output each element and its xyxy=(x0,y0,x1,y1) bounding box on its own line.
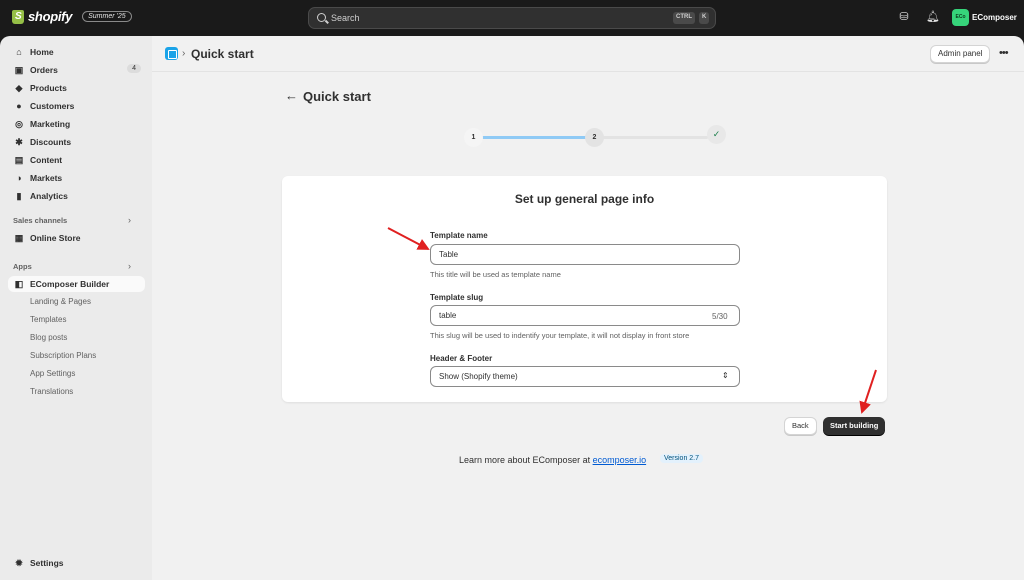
card-title: Set up general page info xyxy=(514,192,655,206)
orders-count-badge: 4 xyxy=(127,64,141,73)
person-icon: ● xyxy=(16,101,22,111)
ecomposer-icon: ◧ xyxy=(14,279,24,289)
top-bar: shopify Summer '25 Search CTRL K ⛁ 🔔︎ EC… xyxy=(0,0,1024,36)
gear-icon: ✹ xyxy=(15,558,23,568)
subitem-templates[interactable]: Templates xyxy=(30,315,66,324)
ecomposer-link[interactable]: ecomposer.io xyxy=(593,455,647,465)
content-icon: ▤ xyxy=(14,155,24,165)
shopify-logo[interactable]: shopify Summer '25 xyxy=(12,9,132,24)
search-bar[interactable]: Search CTRL K xyxy=(308,7,716,29)
bar-chart-icon: ▮ xyxy=(16,191,22,201)
sidebar-item-label: Settings xyxy=(30,558,64,568)
step-2: 2 xyxy=(585,128,604,147)
sidebar-item-online-store[interactable]: ▦ Online Store xyxy=(8,230,145,246)
sidebar-item-label: Home xyxy=(30,47,54,57)
sidebar-item-markets[interactable]: ◑ Markets xyxy=(8,170,145,186)
main-content: › Quick start Admin panel ••• ← Quick st… xyxy=(152,36,1024,580)
footer-learn-more: Learn more about EComposer at ecomposer.… xyxy=(459,455,646,465)
orders-icon: ▣ xyxy=(14,65,24,75)
sidebar-item-analytics[interactable]: ▮ Analytics xyxy=(8,188,145,204)
sidebar-item-discounts[interactable]: ✱ Discounts xyxy=(8,134,145,150)
slug-char-counter: 5/30 xyxy=(712,312,728,321)
sidebar-item-home[interactable]: ⌂ Home xyxy=(8,44,145,60)
start-building-button[interactable]: Start building xyxy=(823,417,886,435)
template-slug-label: Template slug xyxy=(430,293,484,302)
sidebar-item-products[interactable]: ◆ Products xyxy=(8,80,145,96)
sidebar-item-label: Discounts xyxy=(30,137,72,147)
template-slug-input[interactable]: table xyxy=(430,305,740,326)
search-placeholder: Search xyxy=(331,13,360,23)
sidebar-item-label: Marketing xyxy=(30,119,71,129)
kbd-k: K xyxy=(699,12,710,24)
sidebar-item-label: Markets xyxy=(30,173,63,183)
step-complete-check-icon: ✓ xyxy=(707,125,726,144)
template-name-label: Template name xyxy=(430,231,488,240)
header-footer-select[interactable]: Show (Shopify theme) xyxy=(430,366,740,387)
store-avatar[interactable]: ECo xyxy=(952,9,969,26)
admin-panel-button[interactable]: Admin panel xyxy=(930,45,991,63)
back-arrow-icon[interactable]: ← xyxy=(285,88,298,103)
discount-icon: ✱ xyxy=(15,137,23,147)
app-header: › Quick start Admin panel ••• xyxy=(152,36,1024,72)
back-button[interactable]: Back xyxy=(784,417,817,435)
sidebar-item-orders[interactable]: ▣ Orders 4 xyxy=(8,62,145,78)
header-footer-label: Header & Footer xyxy=(430,354,493,363)
subitem-landing-pages[interactable]: Landing & Pages xyxy=(30,297,91,306)
header-title: Quick start xyxy=(191,47,254,61)
stepper-progress-empty xyxy=(602,136,708,139)
step-1: 1 xyxy=(464,128,483,147)
sidebar-item-label: Analytics xyxy=(30,191,68,201)
general-info-card: Set up general page info Template name T… xyxy=(282,176,887,402)
sidebar-item-label: EComposer Builder xyxy=(30,279,110,289)
home-icon: ⌂ xyxy=(16,47,22,57)
template-slug-help: This slug will be used to indentify your… xyxy=(430,331,690,340)
version-badge: Version 2.7 xyxy=(660,454,704,463)
database-icon[interactable]: ⛁ xyxy=(898,11,910,23)
chevron-right-icon: › xyxy=(182,48,186,59)
select-chevron-icon: ⇕ xyxy=(722,371,729,380)
sidebar-item-label: Customers xyxy=(30,101,75,111)
summer-edition-badge[interactable]: Summer '25 xyxy=(82,11,132,22)
sidebar-item-ecomposer-builder[interactable]: ◧ EComposer Builder xyxy=(8,276,145,292)
stepper-progress-filled xyxy=(482,136,588,139)
more-actions-icon[interactable]: ••• xyxy=(999,47,1009,59)
chevron-right-icon[interactable]: › xyxy=(128,261,131,271)
kbd-ctrl: CTRL xyxy=(673,12,695,24)
sidebar-item-label: Products xyxy=(30,83,67,93)
sidebar-item-label: Orders xyxy=(30,65,58,75)
ecomposer-app-icon[interactable] xyxy=(165,47,178,60)
page-title: Quick start xyxy=(303,89,371,104)
sidebar-item-label: Online Store xyxy=(30,233,81,243)
sidebar-item-content[interactable]: ▤ Content xyxy=(8,152,145,168)
store-name[interactable]: EComposer xyxy=(972,13,1017,22)
target-icon: ◎ xyxy=(15,119,23,129)
search-icon xyxy=(317,13,326,22)
store-icon: ▦ xyxy=(14,233,24,243)
logo-text: shopify xyxy=(28,9,73,24)
subitem-translations[interactable]: Translations xyxy=(30,387,73,396)
bell-icon[interactable]: 🔔︎ xyxy=(926,11,940,23)
apps-label[interactable]: Apps xyxy=(13,262,32,271)
subitem-app-settings[interactable]: App Settings xyxy=(30,369,75,378)
sidebar-item-label: Content xyxy=(30,155,63,165)
chevron-right-icon[interactable]: › xyxy=(128,215,131,225)
sidebar: ⌂ Home ▣ Orders 4 ◆ Products ● Customers… xyxy=(0,36,152,580)
sidebar-item-customers[interactable]: ● Customers xyxy=(8,98,145,114)
globe-icon: ◑ xyxy=(16,173,22,183)
subitem-blog-posts[interactable]: Blog posts xyxy=(30,333,67,342)
sales-channels-label[interactable]: Sales channels xyxy=(13,216,67,225)
tag-icon: ◆ xyxy=(15,83,23,93)
sidebar-item-marketing[interactable]: ◎ Marketing xyxy=(8,116,145,132)
footer-prefix: Learn more about EComposer at xyxy=(459,455,593,465)
template-name-help: This title will be used as template name xyxy=(430,270,561,279)
template-name-input[interactable]: Table xyxy=(430,244,740,265)
shopify-bag-icon xyxy=(12,9,24,24)
subitem-subscription-plans[interactable]: Subscription Plans xyxy=(30,351,96,360)
sidebar-item-settings[interactable]: ✹ Settings xyxy=(8,555,145,571)
